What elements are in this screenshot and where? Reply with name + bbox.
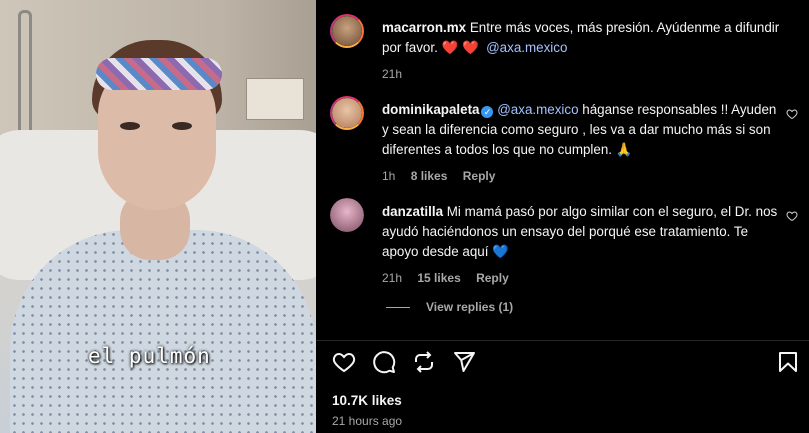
like-comment-heart-icon[interactable] bbox=[786, 210, 800, 224]
send-icon[interactable] bbox=[452, 350, 478, 376]
view-replies-label: View replies (1) bbox=[426, 300, 514, 314]
comment-username[interactable]: danzatilla bbox=[382, 204, 443, 219]
comment-time: 1h bbox=[382, 169, 396, 183]
view-replies-button[interactable]: View replies (1) bbox=[386, 300, 513, 314]
comment-likes[interactable]: 15 likes bbox=[417, 271, 460, 285]
avatar[interactable] bbox=[330, 96, 364, 130]
like-comment-heart-icon[interactable] bbox=[786, 108, 800, 122]
verified-badge-icon: ✓ bbox=[481, 106, 494, 118]
comments-panel: macarron.mx Entre más voces, más presión… bbox=[316, 0, 809, 433]
reply-button[interactable]: Reply bbox=[463, 169, 496, 183]
right-eye bbox=[172, 122, 192, 130]
hospital-gown bbox=[10, 230, 316, 433]
comment-username[interactable]: dominikapaleta bbox=[382, 102, 479, 117]
avatar[interactable] bbox=[330, 198, 364, 232]
comment-likes[interactable]: 8 likes bbox=[411, 169, 448, 183]
headband bbox=[96, 58, 222, 90]
post-timestamp: 21 hours ago bbox=[332, 414, 403, 428]
heart-icon[interactable] bbox=[332, 350, 358, 376]
divider bbox=[316, 340, 809, 341]
avatar[interactable] bbox=[330, 14, 364, 48]
comment-time: 21h bbox=[382, 67, 403, 81]
reply-button[interactable]: Reply bbox=[476, 271, 509, 285]
wall-sign bbox=[246, 78, 304, 120]
share-icon[interactable] bbox=[412, 350, 438, 376]
comment-time: 21h bbox=[382, 271, 403, 285]
comment-mention[interactable]: @axa.mexico bbox=[497, 102, 578, 117]
comment-username[interactable]: macarron.mx bbox=[382, 20, 466, 35]
comment-hearts: ❤️ ❤️ bbox=[441, 40, 479, 55]
bookmark-icon[interactable] bbox=[776, 350, 802, 376]
left-eye bbox=[120, 122, 140, 130]
video-caption: el pulmón bbox=[88, 344, 211, 368]
post-likes-count[interactable]: 10.7K likes bbox=[332, 393, 402, 408]
comment-mention[interactable]: @axa.mexico bbox=[486, 40, 567, 55]
action-bar bbox=[330, 350, 800, 378]
comment-icon[interactable] bbox=[372, 350, 398, 376]
video-player[interactable]: el pulmón bbox=[0, 0, 316, 433]
